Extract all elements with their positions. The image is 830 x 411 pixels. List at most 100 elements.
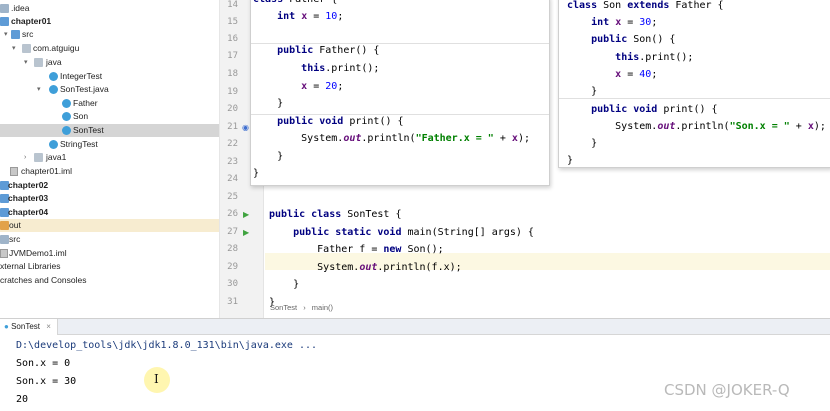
chevron-down-icon[interactable]: ▾ — [12, 42, 16, 55]
line-number: 16 — [227, 34, 238, 44]
tree-item-com-atguigu[interactable]: ▾ com.atguigu — [0, 42, 219, 55]
tree-item-label: chapter01.iml — [21, 166, 73, 176]
line-number: 23 — [227, 157, 238, 167]
tree-item-label: chapter01 — [11, 16, 52, 26]
tree-item-label: src — [22, 29, 34, 39]
line-number: 29 — [227, 262, 238, 272]
tree-item-label: StringTest — [60, 139, 98, 149]
popup-code-line: x = 20; — [301, 81, 344, 92]
tree-item-label: java1 — [46, 152, 67, 162]
console-output-line: Son.x = 0 — [16, 358, 71, 369]
tree-item-jvmdemo1-iml[interactable]: JVMDemo1.iml — [0, 247, 219, 260]
output-folder-icon — [0, 221, 9, 230]
text-cursor-icon: I — [154, 372, 159, 386]
tree-item-label: chapter03 — [8, 193, 49, 203]
tree-item-label: Son — [73, 111, 89, 121]
popup-code-line: } — [567, 138, 598, 149]
son-class-popup[interactable]: class Son extends Father { int x = 30; p… — [558, 0, 830, 168]
popup-code-line: public void print() { — [591, 104, 718, 115]
close-icon[interactable]: × — [46, 322, 51, 331]
breadcrumb-method[interactable]: main() — [312, 303, 333, 312]
line-number: 30 — [227, 279, 238, 289]
tree-item-chapter03[interactable]: chapter03 — [0, 192, 219, 205]
tree-item-son[interactable]: Son — [0, 110, 219, 123]
override-marker-icon[interactable]: ◉ — [242, 119, 249, 136]
line-number: 14 — [227, 0, 238, 10]
tree-item-chapter04[interactable]: chapter04 — [0, 206, 219, 219]
breadcrumb-class[interactable]: SonTest — [270, 303, 297, 312]
father-class-popup[interactable]: class Father { int x = 10; public Father… — [250, 0, 550, 186]
tree-item-sontest[interactable]: SonTest — [0, 124, 219, 137]
folder-icon — [0, 4, 9, 13]
line-number: 24 — [227, 174, 238, 184]
popup-code-line: } — [253, 151, 284, 162]
tree-item-label: xternal Libraries — [0, 261, 61, 271]
java-file-icon — [49, 85, 58, 94]
tree-item-label: com.atguigu — [33, 43, 80, 53]
line-number: 28 — [227, 244, 238, 254]
package-icon — [34, 58, 43, 67]
run-tab-sontest[interactable]: ● SonTest × — [0, 319, 58, 335]
popup-code-line: this.print(); — [615, 52, 694, 63]
popup-code-line: public void print() { — [277, 116, 404, 127]
tree-item-src[interactable]: ▾ src — [0, 28, 219, 41]
console-output-line: 20 — [16, 394, 29, 405]
tree-item-src-root[interactable]: src — [0, 233, 219, 246]
run-arrow-icon[interactable]: ▶ — [243, 224, 249, 241]
line-number: 25 — [227, 192, 238, 202]
line-number: 22 — [227, 139, 238, 149]
popup-code-line: int x = 10; — [277, 11, 344, 22]
tree-item-idea[interactable]: .idea — [0, 2, 219, 15]
line-number: 21 — [227, 122, 238, 132]
tree-item-label: chapter04 — [8, 207, 49, 217]
run-arrow-icon[interactable]: ▶ — [243, 206, 249, 223]
console-output-line: Son.x = 30 — [16, 376, 77, 387]
source-folder-icon — [11, 30, 20, 39]
chevron-down-icon[interactable]: ▾ — [4, 28, 8, 41]
tree-item-label: SonTest — [73, 125, 104, 135]
tree-item-java[interactable]: ▾ java — [0, 56, 219, 69]
run-tab-bar: ● SonTest × — [0, 319, 830, 335]
module-folder-icon — [0, 17, 9, 26]
line-number: 26 — [227, 209, 238, 219]
tree-item-father[interactable]: Father — [0, 97, 219, 110]
tree-item-stringtest[interactable]: StringTest — [0, 138, 219, 151]
line-number: 19 — [227, 87, 238, 97]
tree-item-scratches[interactable]: cratches and Consoles — [0, 274, 219, 287]
chevron-right-icon[interactable]: › — [24, 151, 26, 164]
java-class-icon — [62, 99, 71, 108]
tree-item-integertest[interactable]: IntegerTest — [0, 70, 219, 83]
tree-item-out[interactable]: out — [0, 219, 219, 232]
java-class-icon — [62, 126, 71, 135]
tree-item-label: java — [46, 57, 62, 67]
line-number: 17 — [227, 51, 238, 61]
tree-item-chapter02[interactable]: chapter02 — [0, 179, 219, 192]
code-line-27: public static void main(String[] args) { — [293, 227, 534, 238]
tree-item-label: src — [9, 234, 21, 244]
java-class-icon — [49, 72, 58, 81]
tree-item-chapter01[interactable]: chapter01 — [0, 15, 219, 28]
tree-item-sontest-java[interactable]: ▾ SonTest.java — [0, 83, 219, 96]
popup-code-line: } — [253, 98, 284, 109]
popup-code-line: } — [567, 86, 598, 97]
chevron-down-icon[interactable]: ▾ — [24, 56, 28, 69]
code-line-30: } — [269, 279, 300, 290]
code-line-29: System.out.println(f.x); — [269, 262, 462, 273]
tree-item-chapter01-iml[interactable]: chapter01.iml — [0, 165, 219, 178]
code-line-28: Father f = new Son(); — [269, 244, 444, 255]
tree-item-external-libraries[interactable]: xternal Libraries — [0, 260, 219, 273]
chevron-down-icon[interactable]: ▾ — [37, 83, 41, 96]
popup-code-line: System.out.println("Father.x = " + x); — [253, 133, 530, 144]
code-line-26: public class SonTest { — [269, 209, 402, 220]
tree-item-label: cratches and Consoles — [0, 275, 87, 285]
tree-item-label: Father — [73, 98, 98, 108]
package-icon — [34, 153, 43, 162]
popup-code-line: x = 40; — [615, 69, 658, 80]
java-class-icon — [62, 112, 71, 121]
java-class-icon — [49, 140, 58, 149]
popup-separator — [559, 98, 830, 99]
tree-item-label: out — [9, 220, 21, 230]
tree-item-java1[interactable]: › java1 — [0, 151, 219, 164]
line-number: 31 — [227, 297, 238, 307]
tree-item-label: chapter02 — [8, 180, 49, 190]
